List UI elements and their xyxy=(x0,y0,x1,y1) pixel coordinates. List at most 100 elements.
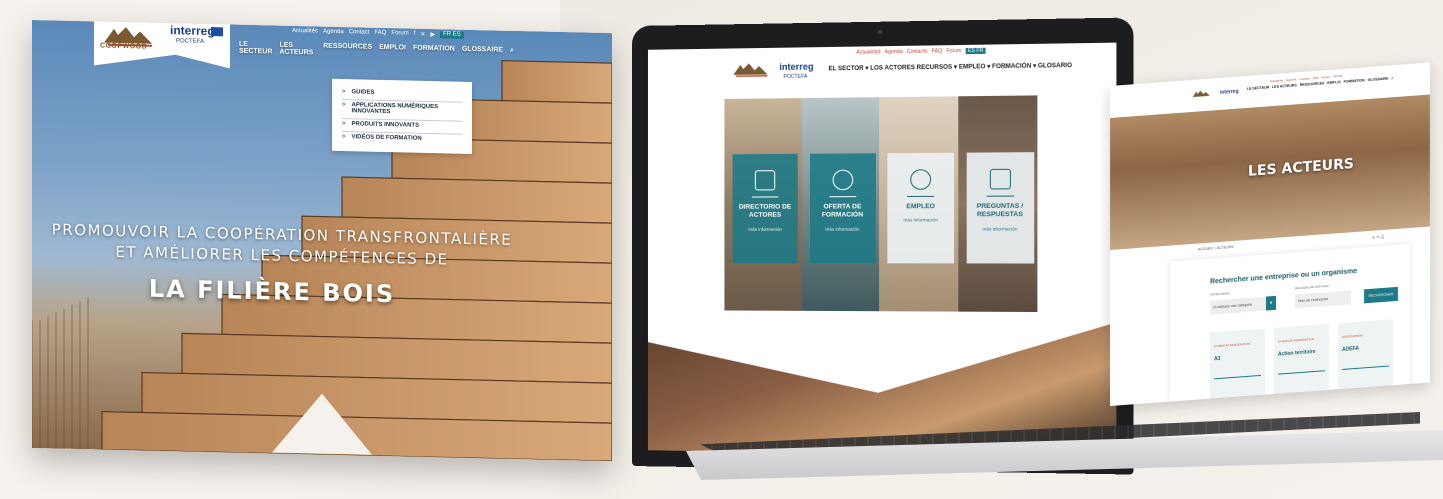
link-agenda[interactable]: Agenda xyxy=(885,49,903,55)
divider xyxy=(907,195,935,197)
coopwood-wordmark: COOPWOOD xyxy=(100,42,148,51)
actor-card[interactable]: ASSOCIATION ADEFA xyxy=(1338,319,1393,390)
laptop-mockup: interreg POCTEFA Actualidad Agenda Conta… xyxy=(632,17,1134,475)
card-more-link[interactable]: más información xyxy=(814,227,872,232)
divider xyxy=(1214,374,1261,380)
chevron-right-icon: > xyxy=(342,102,346,109)
link-faq[interactable]: FAQ xyxy=(932,48,942,54)
link-actualidad[interactable]: Actualidad xyxy=(856,49,880,55)
search-title: Rechercher une entreprise ou un organism… xyxy=(1210,267,1358,286)
link-actualites[interactable]: Actualités xyxy=(292,28,318,36)
card-title: DIRECTORIO DE ACTORES xyxy=(738,203,792,220)
link-forum[interactable]: Forum xyxy=(946,48,961,54)
card-more-link[interactable]: más información xyxy=(970,226,1029,231)
site-header: COOPWOOD interreg POCTEFA Actualités Age… xyxy=(94,21,514,77)
link-faq[interactable]: FAQ xyxy=(374,30,386,37)
chevron-down-icon[interactable]: ▾ xyxy=(1266,295,1276,311)
name-search-input[interactable]: Nom de l'entreprise xyxy=(1295,290,1351,309)
link-forum[interactable]: Forum xyxy=(1322,75,1331,80)
link-contacto[interactable]: Contacto xyxy=(907,49,928,55)
laptop-screen: interreg POCTEFA Actualidad Agenda Conta… xyxy=(647,42,1117,458)
divider xyxy=(1278,370,1325,375)
link-agenda[interactable]: Agenda xyxy=(1286,77,1296,82)
chevron-right-icon: > xyxy=(342,134,346,141)
card-oferta[interactable]: OFERTA DE FORMACIÓN más información xyxy=(801,97,880,312)
directory-icon xyxy=(754,170,776,191)
divider xyxy=(828,196,856,198)
card-overlay: DIRECTORIO DE ACTORES más información xyxy=(732,153,798,264)
card-overlay: OFERTA DE FORMACIÓN más información xyxy=(809,153,876,264)
youtube-icon[interactable]: ▶ xyxy=(430,31,435,38)
ressources-dropdown: > GUIDES > APPLICATIONS NUMÉRIQUES INNOVAN… xyxy=(332,78,472,154)
search-button[interactable]: RECHERCHER xyxy=(1364,286,1398,304)
feature-cards: DIRECTORIO DE ACTORES más información OF… xyxy=(724,95,1038,313)
search-icon[interactable]: ⌕ xyxy=(1391,76,1393,80)
link-actualites[interactable]: Actualités xyxy=(1270,78,1283,83)
card-overlay: PREGUNTAS / RESPUESTAS más información xyxy=(966,152,1034,264)
link-contact[interactable]: Contact xyxy=(349,29,370,36)
poctefa-label: POCTEFA xyxy=(176,38,205,45)
nav-les-acteurs[interactable]: LES ACTEURS xyxy=(279,42,316,57)
nav-glossaire[interactable]: GLOSSAIRE xyxy=(462,46,503,61)
actor-card[interactable]: SYNDICAT ASSOCIATION Action territoire xyxy=(1274,323,1329,394)
coopwood-logo-icon[interactable] xyxy=(1190,88,1214,100)
card-empleo[interactable]: EMPLEO más información xyxy=(879,96,958,312)
main-nav: LE SECTEUR LES ACTEURS RESSOURCES EMPLOI… xyxy=(239,41,514,61)
nav-le-secteur[interactable]: LE SECTEUR xyxy=(1247,85,1269,91)
interreg-logo: interreg xyxy=(1220,88,1239,96)
search-icon[interactable]: ⌕ xyxy=(510,47,514,61)
magnifier-icon xyxy=(910,169,932,190)
link-agenda[interactable]: Agenda xyxy=(323,29,344,36)
nav-les-acteurs[interactable]: LES ACTEURS xyxy=(1272,83,1297,89)
link-contact[interactable]: Contact xyxy=(1299,76,1309,81)
card-directorio[interactable]: DIRECTORIO DE ACTORES más información xyxy=(724,98,802,311)
link-faq[interactable]: FAQ xyxy=(1313,76,1319,80)
language-switch[interactable]: ES FR xyxy=(965,47,986,55)
search-icon[interactable]: ⌕ xyxy=(1002,61,1007,72)
card-more-link[interactable]: más información xyxy=(892,218,950,223)
nav-formation[interactable]: FORMATION xyxy=(1344,78,1365,84)
divider xyxy=(1342,365,1389,370)
twitter-icon[interactable]: ✕ xyxy=(420,31,425,38)
category-select[interactable]: Choisissez une catégorie xyxy=(1210,296,1266,315)
name-label: RECHERCHE PAR NOM : xyxy=(1295,283,1331,291)
divider xyxy=(751,196,779,198)
logo-area: COOPWOOD interreg POCTEFA xyxy=(94,20,230,68)
nav-ressources[interactable]: RESSOURCES xyxy=(1300,81,1325,87)
link-forum[interactable]: Forum xyxy=(391,30,408,37)
share-icons[interactable]: ⊕ ✉ ⎙ xyxy=(1372,234,1384,240)
facebook-icon[interactable]: f xyxy=(414,31,416,38)
coopwood-logo-icon[interactable] xyxy=(731,60,774,81)
breadcrumb[interactable]: ACCUEIL > ACTEURS xyxy=(1198,245,1234,252)
poctefa-label: POCTEFA xyxy=(783,73,808,81)
actor-card[interactable]: SYNDICAT ASSOCIATION A3 xyxy=(1210,328,1265,399)
utility-links: Actualités Agenda Contact FAQ Forum f ✕ … xyxy=(292,28,464,39)
left-website-mockup: COOPWOOD interreg POCTEFA Actualités Age… xyxy=(32,20,612,462)
card-title: PREGUNTAS / RESPUESTAS xyxy=(976,202,1024,219)
language-switch[interactable]: FR ES xyxy=(1333,74,1342,79)
chevron-right-icon: > xyxy=(342,89,346,96)
card-preguntas[interactable]: PREGUNTAS / RESPUESTAS más información xyxy=(957,95,1038,313)
card-title: OFERTA DE FORMACIÓN xyxy=(821,203,864,220)
trainer-icon xyxy=(832,169,853,191)
card-title: EMPLEO xyxy=(906,203,935,211)
question-bubble-icon xyxy=(989,168,1011,190)
nav-ressources[interactable]: RESSOURCES xyxy=(323,43,372,58)
nav-emploi[interactable]: EMPLOI xyxy=(1327,80,1340,85)
site-header: interreg POCTEFA Actualidad Agenda Conta… xyxy=(647,42,1117,100)
divider xyxy=(986,195,1014,197)
chevron-right-icon: > xyxy=(342,121,346,128)
nav-formation[interactable]: FORMATION xyxy=(413,45,455,60)
eu-flag-icon xyxy=(211,27,223,36)
card-more-link[interactable]: más información xyxy=(737,227,794,232)
nav-le-secteur[interactable]: LE SECTEUR xyxy=(239,41,272,56)
main-nav[interactable]: EL SECTOR ▾ LOS ACTORES RECURSOS ▾ EMPLE… xyxy=(828,62,1072,72)
interreg-logo: interreg xyxy=(779,61,814,73)
right-website-mockup: interreg Actualités Agenda Contact FAQ F… xyxy=(1110,62,1430,406)
dropdown-item[interactable]: > VIDÉOS DE FORMATION xyxy=(342,132,462,147)
nav-emploi[interactable]: EMPLOI xyxy=(379,44,406,59)
camera-dot xyxy=(878,29,883,35)
search-panel: Rechercher une entreprise ou un organism… xyxy=(1170,243,1410,402)
language-switch[interactable]: FR ES xyxy=(440,31,464,39)
nav-glossaire[interactable]: GLOSSAIRE xyxy=(1368,77,1389,83)
